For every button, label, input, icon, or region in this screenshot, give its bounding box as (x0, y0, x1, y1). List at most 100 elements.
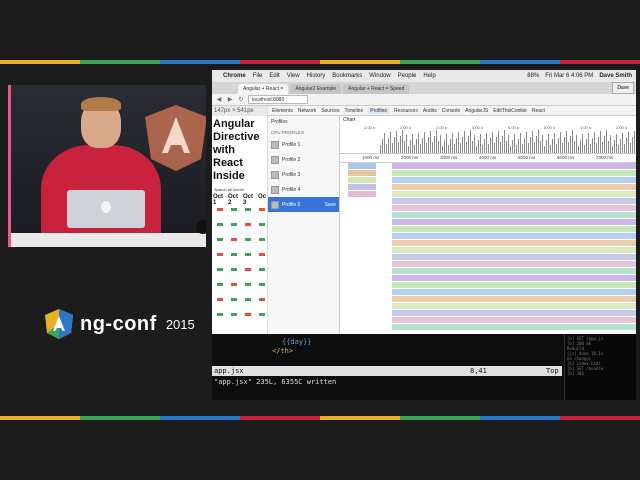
calendar-cell[interactable] (255, 252, 267, 266)
menu-help[interactable]: Help (423, 73, 435, 79)
devtools-tab-sources[interactable]: Sources (321, 108, 339, 114)
calendar-grid (212, 206, 267, 327)
devtools-tab-audits[interactable]: Audits (423, 108, 437, 114)
calendar-header: Oct 1 Oct 2 Oct 3 Oc (212, 194, 267, 206)
profile-item[interactable]: Profile 4 (268, 182, 339, 197)
calendar-cell[interactable] (255, 267, 267, 281)
address-bar[interactable]: localhost:8080 (248, 95, 308, 104)
calendar-cell[interactable] (241, 252, 254, 266)
profile-icon (271, 200, 279, 209)
scroll-indicator: Top (546, 367, 559, 375)
devtools-tab-resources[interactable]: Resources (394, 108, 418, 114)
vim-statusline: app.jsx 8,41 Top (212, 366, 562, 376)
profile-item[interactable]: Profile 3 (268, 167, 339, 182)
calendar-cell[interactable] (255, 312, 267, 326)
calendar-cell[interactable] (227, 312, 240, 326)
overview-tick: 2.00 s (364, 125, 375, 130)
menu-history[interactable]: History (307, 73, 326, 79)
calendar-cell[interactable] (227, 207, 240, 221)
menu-window[interactable]: Window (369, 73, 390, 79)
calendar-cell[interactable] (241, 297, 254, 311)
calendar-cell[interactable] (227, 252, 240, 266)
calendar-cell[interactable] (255, 297, 267, 311)
calendar-cell[interactable] (213, 252, 226, 266)
calendar-cell[interactable] (241, 237, 254, 251)
page-title: Angular Directive with React Inside (213, 118, 260, 182)
calendar-col-2: Oct 2 (228, 194, 239, 206)
overview-tick: 2.00 s (400, 125, 411, 130)
calendar-cell[interactable] (227, 222, 240, 236)
calendar-cell[interactable] (213, 222, 226, 236)
devtools-tab-console[interactable]: Console (442, 108, 460, 114)
calendar-cell[interactable] (241, 282, 254, 296)
devtools-tab-timeline[interactable]: Timeline (345, 108, 364, 114)
calendar-cell[interactable] (227, 267, 240, 281)
calendar-cell[interactable] (213, 297, 226, 311)
devtools-tab-react[interactable]: React (532, 108, 545, 114)
calendar-cell[interactable] (213, 207, 226, 221)
calendar-cell[interactable] (227, 282, 240, 296)
calendar-cell[interactable] (213, 282, 226, 296)
calendar-cell[interactable] (213, 237, 226, 251)
calendar-cell[interactable] (227, 237, 240, 251)
calendar-cell[interactable] (227, 297, 240, 311)
menu-file[interactable]: File (253, 73, 263, 79)
calendar-cell[interactable] (241, 312, 254, 326)
devtools-tab-elements[interactable]: Elements (272, 108, 293, 114)
back-icon[interactable]: ◀ (215, 96, 223, 104)
clock[interactable]: Fri Mar 6 4:06 PM (545, 73, 593, 79)
profile-item-selected[interactable]: Profile 5 Save (268, 197, 339, 212)
profile-item[interactable]: Profile 2 (268, 152, 339, 167)
calendar-cell[interactable] (255, 282, 267, 296)
profile-item[interactable]: Profile 1 (268, 137, 339, 152)
overview-tick: 2.00 s (436, 125, 447, 130)
devtools-tabs: Elements Network Sources Timeline Profiles Re… (268, 106, 636, 116)
browser-tab-2[interactable]: Angular2 Example (290, 84, 342, 94)
angular-shield-icon (45, 309, 73, 339)
file-name: app.jsx (214, 367, 244, 375)
menu-people[interactable]: People (398, 73, 417, 79)
profile-button[interactable]: Dave (612, 82, 634, 94)
calendar-cell[interactable] (241, 267, 254, 281)
ruler-tick: 2000 ms (401, 155, 419, 160)
speaker-video (8, 85, 206, 247)
browser-tabbar: Angular + React = Angular2 Example Angul… (212, 82, 636, 94)
reload-icon[interactable]: ↻ (237, 96, 245, 104)
calendar-cell[interactable] (255, 237, 267, 251)
cpu-overview[interactable]: 2.00 s 2.00 s 2.00 s 4.00 s 6.00 s 8.00 s 1.00… (340, 124, 636, 154)
search-label[interactable]: Search all month (212, 185, 267, 194)
user-menu[interactable]: Dave Smith (599, 73, 632, 79)
code-line: {{day}} (282, 338, 312, 346)
calendar-cell[interactable] (241, 207, 254, 221)
overview-tick: 4.00 s (472, 125, 483, 130)
calendar-cell[interactable] (213, 312, 226, 326)
ruler-tick: 5000 ms (518, 155, 536, 160)
flame-chart-panel: Chart 2.00 s 2.00 s 2.00 s 4.00 s 6.00 s 8.00… (340, 116, 636, 334)
devtools-tab-editthiscookie[interactable]: EditThisCookie (493, 108, 527, 114)
menu-view[interactable]: View (287, 73, 300, 79)
browser-tab-3[interactable]: Angular + React = Speed (343, 84, 410, 94)
devtools-tab-profiles[interactable]: Profiles (368, 107, 389, 114)
menu-chrome[interactable]: Chrome (223, 73, 246, 79)
devtools-tab-network[interactable]: Network (298, 108, 316, 114)
ruler-tick: 3000 ms (440, 155, 458, 160)
apple-logo-icon (101, 201, 111, 213)
overview-tick: 2.00 s (616, 125, 627, 130)
chart-view-select[interactable]: Chart (340, 116, 636, 124)
save-link[interactable]: Save (325, 202, 336, 208)
calendar-cell[interactable] (241, 222, 254, 236)
calendar-cell[interactable] (213, 267, 226, 281)
flame-chart[interactable] (340, 163, 636, 334)
podium (11, 233, 206, 247)
menu-bookmarks[interactable]: Bookmarks (332, 73, 362, 79)
profiles-sidebar: Profiles CPU PROFILES Profile 1 Profile … (268, 116, 340, 334)
menu-edit[interactable]: Edit (269, 73, 279, 79)
cursor-position: 8,41 (470, 367, 487, 375)
battery-status[interactable]: 88% (527, 73, 539, 79)
browser-tab-1[interactable]: Angular + React = (238, 84, 289, 94)
mac-menubar: Chrome File Edit View History Bookmarks … (212, 70, 636, 82)
forward-icon[interactable]: ▶ (226, 96, 234, 104)
devtools-tab-angularjs[interactable]: AngularJS (465, 108, 488, 114)
calendar-cell[interactable] (255, 222, 267, 236)
calendar-cell[interactable] (255, 207, 267, 221)
